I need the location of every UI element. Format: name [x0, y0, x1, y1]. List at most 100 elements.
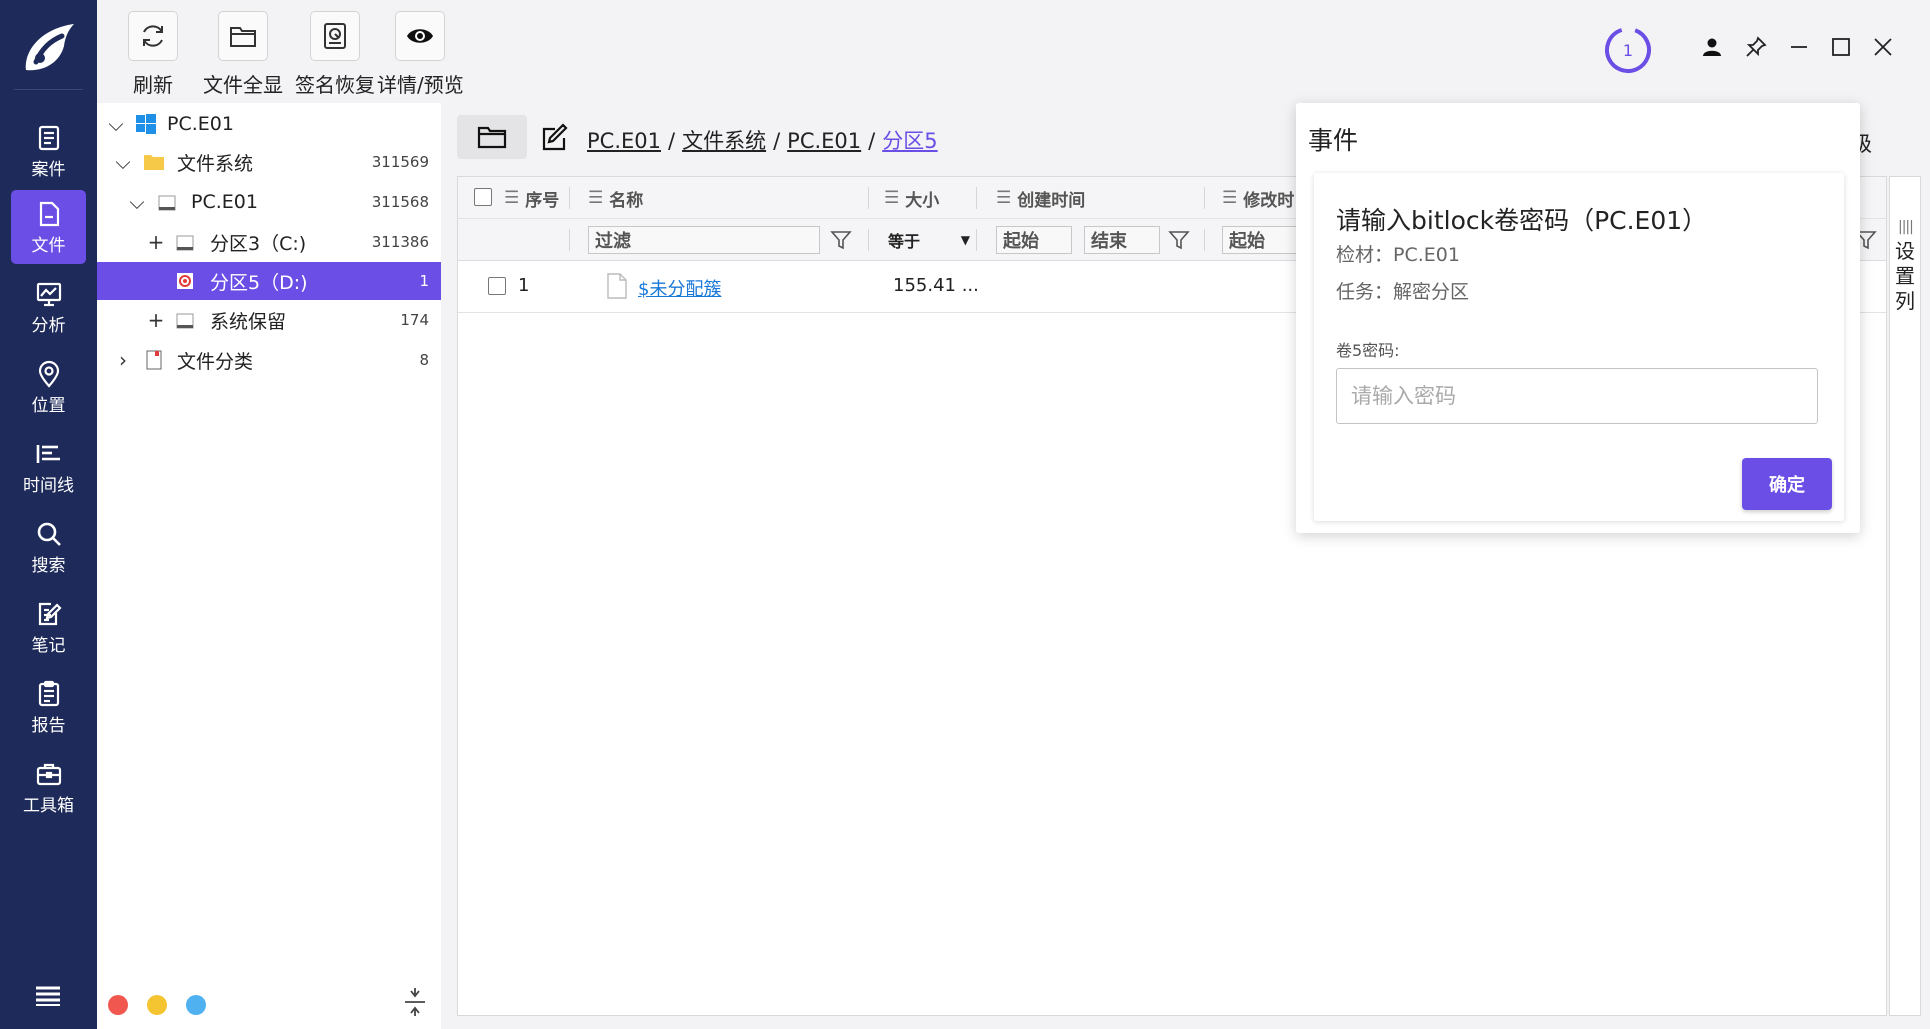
tree-node-partition3[interactable]: + 分区3（C:) 311386	[97, 223, 441, 261]
password-input[interactable]	[1336, 368, 1818, 424]
refresh-label: 刷新	[133, 73, 173, 97]
minimize-button[interactable]	[1784, 32, 1814, 62]
breadcrumb-current[interactable]: 分区5	[882, 129, 937, 153]
collapse-all-icon[interactable]	[402, 987, 428, 1017]
nav-label: 工具箱	[23, 795, 74, 816]
menu-icon[interactable]	[34, 985, 62, 1007]
file-icon	[39, 201, 59, 226]
column-divider[interactable]	[976, 187, 977, 209]
nav-item-search[interactable]: 搜索	[11, 510, 86, 584]
tree-node-classify[interactable]: › 文件分类 8	[97, 341, 441, 379]
nav-label: 搜索	[31, 555, 66, 576]
nav-label: 笔记	[31, 635, 66, 656]
chevron-down-icon[interactable]: ⌵	[107, 112, 125, 136]
breadcrumb-separator: /	[668, 129, 676, 153]
nav-label: 案件	[31, 159, 66, 180]
column-divider[interactable]	[1204, 187, 1205, 209]
location-icon	[38, 360, 59, 388]
tree-node-partition5[interactable]: 分区5（D:) 1	[97, 262, 441, 300]
column-header-seq[interactable]: ☰ 序号	[504, 177, 559, 219]
nav-item-file[interactable]: 文件	[11, 190, 86, 264]
column-settings-label: 设置列	[1895, 239, 1915, 313]
column-divider[interactable]	[868, 187, 869, 209]
user-button[interactable]	[1697, 32, 1727, 62]
nav-item-note[interactable]: 笔记	[11, 590, 86, 664]
refresh-button[interactable]: 刷新	[128, 11, 178, 98]
size-comparator-select[interactable]: 等于 ▼	[888, 226, 970, 254]
column-menu-icon[interactable]: ☰	[588, 188, 603, 208]
task-label: 任务：解密分区	[1336, 281, 1470, 303]
red-status-dot[interactable]	[108, 995, 128, 1015]
column-header-name[interactable]: ☰ 名称	[588, 177, 643, 219]
maximize-icon	[1832, 38, 1850, 56]
chevron-down-icon[interactable]: ⌵	[128, 190, 146, 214]
expand-plus-icon[interactable]: +	[147, 230, 165, 254]
column-menu-icon[interactable]: ☰	[996, 188, 1011, 208]
task-progress-indicator[interactable]: 1	[1603, 25, 1653, 75]
filter-funnel-icon[interactable]	[1168, 229, 1190, 251]
filter-funnel-icon[interactable]	[830, 229, 852, 251]
nav-item-report[interactable]: 报告	[11, 670, 86, 744]
column-menu-icon[interactable]: ☰	[1222, 188, 1237, 208]
column-menu-icon[interactable]: ☰	[884, 188, 899, 208]
details-preview-button[interactable]: 详情/预览	[377, 11, 464, 98]
maximize-button[interactable]	[1826, 32, 1856, 62]
close-button[interactable]	[1868, 32, 1898, 62]
confirm-button[interactable]: 确定	[1742, 458, 1832, 510]
column-settings-panel[interactable]: |||| 设置列	[1889, 176, 1921, 1016]
tree-node-pce01[interactable]: ⌵ PC.E01 311568	[97, 183, 441, 221]
nav-item-case[interactable]: 案件	[11, 114, 86, 188]
chevron-right-icon[interactable]: ›	[114, 348, 132, 372]
row-size: 155.41 ...	[893, 275, 979, 296]
tree-node-count: 311569	[371, 153, 429, 171]
yellow-status-dot[interactable]	[147, 995, 167, 1015]
column-header-modified[interactable]: ☰ 修改时	[1222, 177, 1294, 219]
note-icon	[38, 602, 62, 625]
nav-item-location[interactable]: 位置	[11, 350, 86, 424]
created-start-input[interactable]: 起始	[996, 226, 1072, 254]
left-nav: 案件 文件 分析 位置 时间线 搜索 笔记 报告 工具箱	[0, 0, 97, 1029]
created-end-input[interactable]: 结束	[1084, 226, 1160, 254]
tree-node-count: 1	[419, 272, 429, 290]
tree-node-root[interactable]: ⌵ PC.E01	[97, 105, 441, 143]
pin-button[interactable]	[1741, 32, 1771, 62]
app-window: 案件 文件 分析 位置 时间线 搜索 笔记 报告 工具箱 刷新 文件全显 签名恢…	[0, 0, 1930, 1029]
event-popup-title: 事件	[1308, 126, 1359, 155]
column-divider	[976, 229, 977, 251]
nav-item-toolbox[interactable]: 工具箱	[11, 750, 86, 824]
show-all-files-button[interactable]: 文件全显	[203, 11, 283, 98]
edit-icon[interactable]	[540, 123, 570, 153]
drive-icon	[176, 235, 194, 251]
expand-plus-icon[interactable]: +	[147, 308, 165, 332]
tree-node-count: 311568	[371, 193, 429, 211]
folder-icon	[477, 126, 507, 149]
column-divider[interactable]	[569, 187, 570, 209]
column-title: 大小	[905, 190, 940, 211]
pin-icon	[1746, 36, 1767, 57]
tree-node-reserved[interactable]: + 系统保留 174	[97, 301, 441, 339]
signature-restore-button[interactable]: 签名恢复	[295, 11, 375, 98]
column-menu-icon[interactable]: ☰	[504, 188, 519, 208]
select-all-checkbox[interactable]	[474, 188, 492, 206]
nav-item-analysis[interactable]: 分析	[11, 270, 86, 344]
tree-node-filesystem[interactable]: ⌵ 文件系统 311569	[97, 143, 441, 181]
breadcrumb: PC.E01/文件系统 / PC.E01/分区5	[587, 125, 938, 155]
column-divider	[569, 229, 570, 251]
breadcrumb-item[interactable]: PC.E01	[587, 129, 661, 153]
row-checkbox[interactable]	[488, 277, 506, 295]
show-all-label: 文件全显	[203, 73, 283, 97]
name-filter-input[interactable]: 过滤	[588, 226, 820, 254]
open-folder-button[interactable]	[457, 115, 527, 159]
chevron-down-icon[interactable]: ⌵	[114, 150, 132, 174]
panel-divider[interactable]	[441, 103, 455, 1029]
breadcrumb-item[interactable]: PC.E01	[787, 129, 861, 153]
column-header-size[interactable]: ☰ 大小	[884, 177, 939, 219]
column-header-created[interactable]: ☰ 创建时间	[996, 177, 1085, 219]
row-name-link[interactable]: $未分配簇	[638, 275, 721, 301]
search-icon	[37, 522, 61, 546]
modified-start-input[interactable]: 起始	[1222, 226, 1298, 254]
breadcrumb-item[interactable]: 文件系统	[682, 129, 766, 153]
nav-item-timeline[interactable]: 时间线	[11, 430, 86, 504]
blue-status-dot[interactable]	[186, 995, 206, 1015]
size-comparator-value: 等于	[888, 232, 921, 251]
